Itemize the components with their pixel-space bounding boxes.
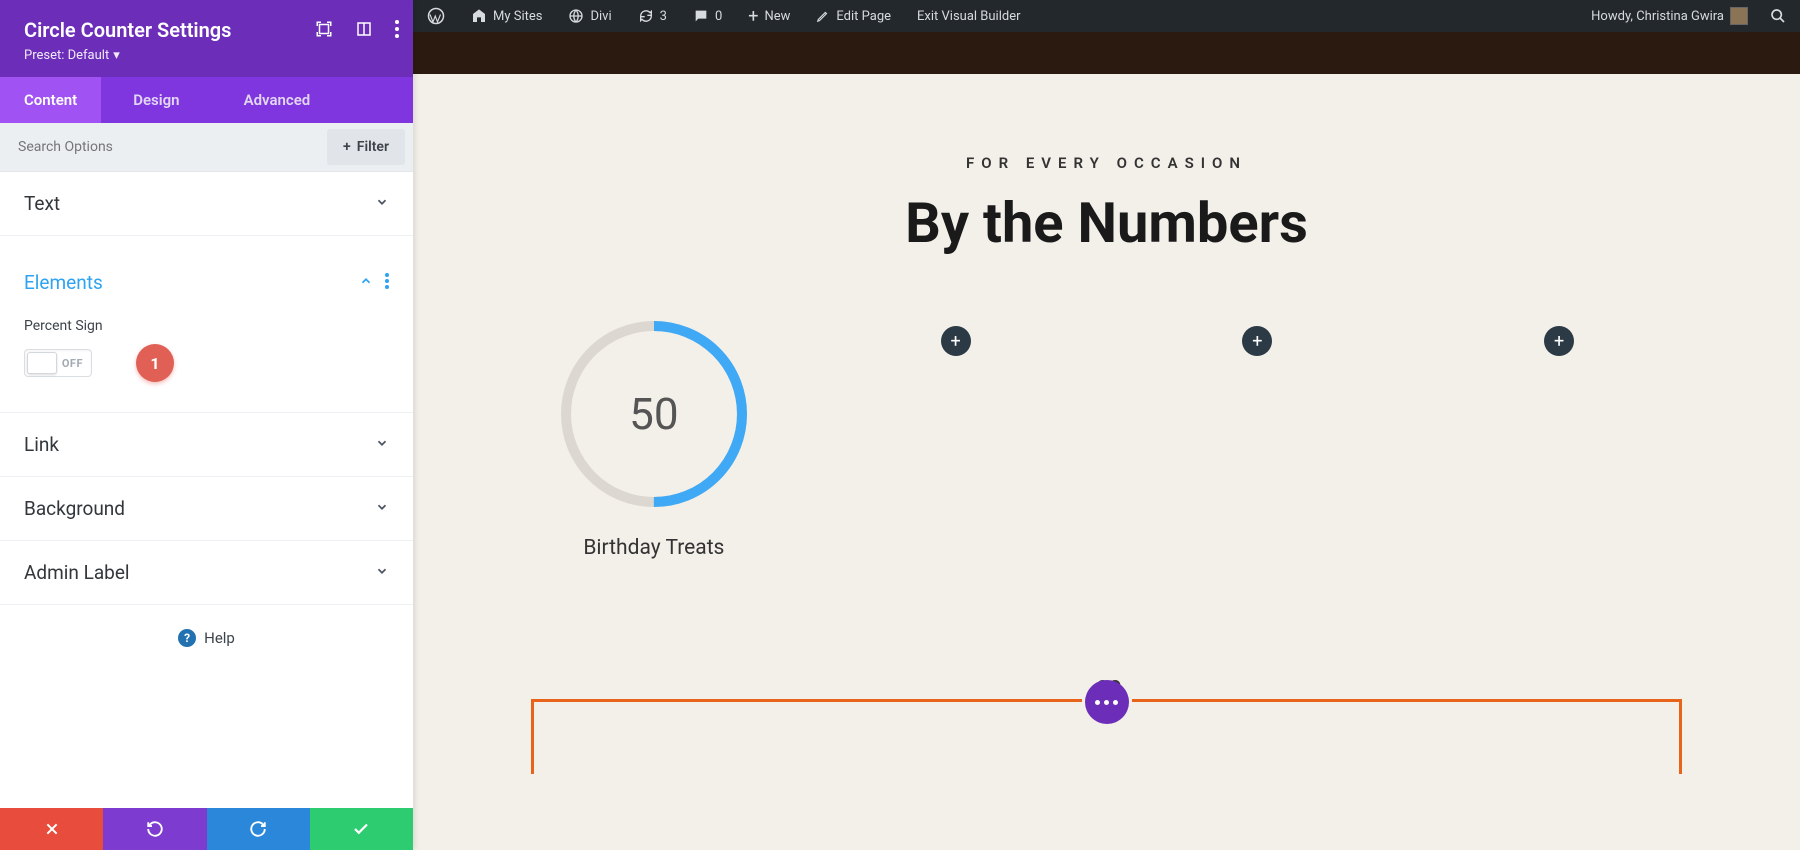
toggle-state: OFF <box>62 357 83 370</box>
chevron-down-icon <box>375 499 389 518</box>
filter-label: Filter <box>357 139 389 155</box>
main-area: My Sites Divi 3 0 + New Edit Page <box>413 0 1800 850</box>
group-link[interactable]: Link <box>0 413 413 477</box>
group-elements[interactable]: Elements <box>0 251 413 314</box>
help-link[interactable]: ? Help <box>0 605 413 671</box>
counter-label: Birthday Treats <box>583 536 724 560</box>
comments-link[interactable]: 0 <box>689 0 726 32</box>
expand-icon[interactable] <box>315 20 333 42</box>
howdy-label: Howdy, Christina Gwira <box>1591 9 1724 24</box>
edit-label: Edit Page <box>836 9 891 24</box>
options-list: Text Elements Percent Sign OFF <box>0 172 413 808</box>
page-title: By the Numbers <box>473 190 1740 256</box>
hero-strip <box>413 32 1800 74</box>
new-label: New <box>764 9 790 24</box>
tab-design[interactable]: Design <box>101 77 211 123</box>
plus-icon: + <box>748 6 758 27</box>
settings-tabs: Content Design Advanced <box>0 77 413 123</box>
group-admin-label[interactable]: Admin Label <box>0 541 413 605</box>
my-sites-label: My Sites <box>493 9 542 24</box>
snap-icon[interactable] <box>355 20 373 42</box>
undo-button[interactable] <box>103 808 206 850</box>
group-title: Text <box>24 192 60 215</box>
site-label: Divi <box>590 9 611 24</box>
save-button[interactable] <box>310 808 413 850</box>
wp-logo-icon[interactable] <box>423 0 449 32</box>
circle-counter[interactable]: 50 <box>556 316 752 512</box>
chevron-down-icon <box>375 435 389 454</box>
percent-sign-label: Percent Sign <box>24 318 389 334</box>
counter-column-2: + <box>805 316 1107 356</box>
add-module-button[interactable]: + <box>941 326 971 356</box>
kebab-icon[interactable] <box>395 20 399 42</box>
tab-advanced[interactable]: Advanced <box>212 77 335 123</box>
percent-sign-toggle[interactable]: OFF <box>24 349 92 377</box>
chevron-down-icon <box>375 563 389 582</box>
chevron-up-icon <box>359 273 373 292</box>
page-content: FOR EVERY OCCASION By the Numbers 50 Bir… <box>413 74 1800 774</box>
exit-label: Exit Visual Builder <box>917 9 1020 24</box>
add-module-button[interactable]: + <box>1544 326 1574 356</box>
counters-row: 50 Birthday Treats + + + <box>473 316 1740 560</box>
comments-count: 0 <box>715 9 722 24</box>
site-link[interactable]: Divi <box>564 0 615 32</box>
elements-body: Percent Sign OFF 1 <box>0 314 413 413</box>
filter-button[interactable]: + Filter <box>327 129 405 165</box>
group-background[interactable]: Background <box>0 477 413 541</box>
help-label: Help <box>204 629 235 647</box>
group-title: Elements <box>24 271 103 294</box>
my-sites-link[interactable]: My Sites <box>467 0 546 32</box>
group-title: Background <box>24 497 125 520</box>
kebab-icon[interactable] <box>385 273 389 293</box>
counter-value: 50 <box>556 316 752 512</box>
help-icon: ? <box>178 629 196 647</box>
avatar <box>1730 7 1748 25</box>
group-title: Admin Label <box>24 561 130 584</box>
howdy-link[interactable]: Howdy, Christina Gwira <box>1587 0 1752 32</box>
exit-builder-link[interactable]: Exit Visual Builder <box>913 0 1024 32</box>
counter-column-3: + <box>1107 316 1409 356</box>
group-text[interactable]: Text <box>0 172 413 236</box>
annotation-badge: 1 <box>136 344 174 382</box>
counter-column-1: 50 Birthday Treats <box>503 316 805 560</box>
settings-sidebar: Circle Counter Settings Preset: Default … <box>0 0 413 850</box>
updates-count: 3 <box>660 9 667 24</box>
plus-icon: + <box>343 139 351 155</box>
caret-down-icon: ▾ <box>113 48 120 63</box>
sidebar-header: Circle Counter Settings Preset: Default … <box>0 0 413 77</box>
sidebar-footer <box>0 808 413 850</box>
group-title: Link <box>24 433 59 456</box>
counter-column-4: + <box>1408 316 1710 356</box>
edit-page-link[interactable]: Edit Page <box>812 0 895 32</box>
search-input[interactable] <box>0 125 319 169</box>
page-subtitle: FOR EVERY OCCASION <box>473 154 1740 172</box>
new-link[interactable]: + New <box>744 0 794 32</box>
cancel-button[interactable] <box>0 808 103 850</box>
redo-button[interactable] <box>207 808 310 850</box>
updates-link[interactable]: 3 <box>634 0 671 32</box>
toggle-knob <box>27 352 57 374</box>
section-settings-fab[interactable] <box>1085 680 1129 724</box>
tab-content[interactable]: Content <box>0 77 101 123</box>
search-icon[interactable] <box>1766 0 1790 32</box>
search-row: + Filter <box>0 123 413 172</box>
preset-dropdown[interactable]: Preset: Default ▾ <box>24 48 120 63</box>
wp-admin-bar: My Sites Divi 3 0 + New Edit Page <box>413 0 1800 32</box>
chevron-down-icon <box>375 194 389 213</box>
preset-label: Preset: Default <box>24 48 109 63</box>
add-module-button[interactable]: + <box>1242 326 1272 356</box>
